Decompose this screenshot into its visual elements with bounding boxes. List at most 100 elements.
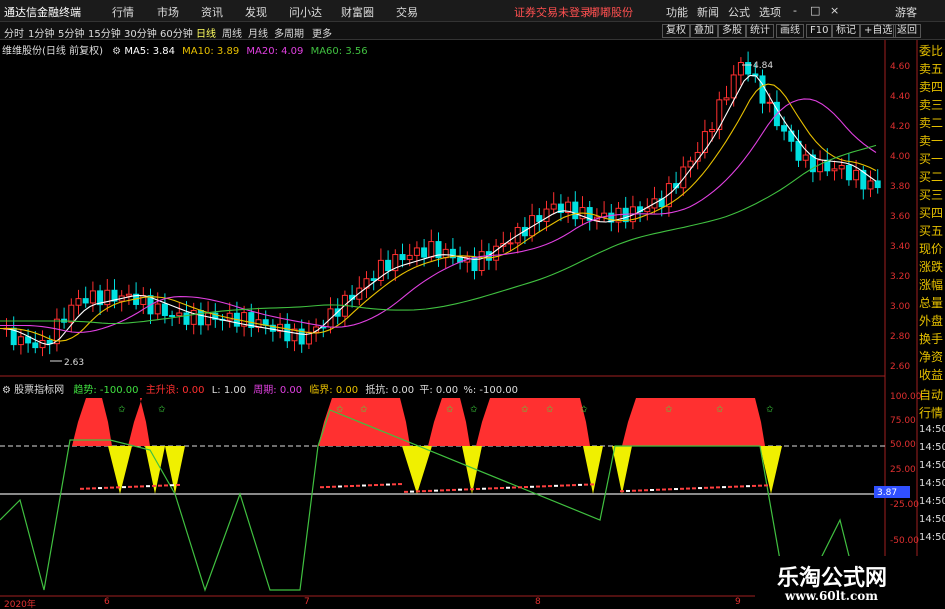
- ma60-label: MA60: 3.56: [310, 46, 368, 57]
- indicator-name[interactable]: 股票指标网: [14, 385, 64, 396]
- side-label: 卖三: [919, 98, 944, 112]
- price-tick: 4.00: [890, 152, 911, 162]
- star-icon: ✩: [446, 405, 454, 415]
- candle-body: [493, 245, 500, 261]
- candle-body: [82, 298, 89, 304]
- time-label: 14:50: [919, 478, 945, 489]
- price-tick: 3.40: [890, 242, 911, 252]
- critical-value: 临界: 0.00: [309, 385, 359, 396]
- stock-name[interactable]: 维维股份(日线 前复权): [2, 46, 103, 57]
- candle-body: [802, 154, 809, 161]
- critical-region: [165, 446, 185, 494]
- side-label: 卖一: [919, 134, 944, 148]
- time-label: 14:50: [919, 532, 945, 543]
- critical-region: [462, 446, 482, 494]
- auto-label[interactable]: 自动: [919, 386, 945, 403]
- date-label: 7: [304, 597, 310, 607]
- date-label: 2020年: [4, 600, 36, 609]
- candle-body: [442, 248, 449, 259]
- candle-body: [709, 128, 716, 133]
- gear-icon[interactable]: ⚙: [2, 385, 11, 396]
- candle-body: [169, 314, 176, 317]
- critical-region: [402, 446, 432, 494]
- candle-body: [737, 62, 744, 76]
- ma10-label: MA10: 3.89: [182, 46, 240, 57]
- date-label: 6: [104, 597, 110, 607]
- candle-body: [226, 312, 233, 321]
- rise-value: 主升浪: 0.00: [145, 385, 205, 396]
- candle-body: [17, 336, 24, 346]
- candle-body: [385, 259, 392, 272]
- flat-value: 平: 0.00: [419, 385, 459, 396]
- candle-body: [176, 312, 183, 317]
- side-label: 收益: [919, 368, 944, 382]
- side-label: 委比: [919, 44, 944, 58]
- price-tick: 3.80: [890, 182, 911, 192]
- star-icon: ✩: [521, 405, 529, 415]
- candle-body: [572, 201, 579, 220]
- star-icon: ✩: [546, 405, 554, 415]
- critical-region: [612, 446, 632, 494]
- rise-region: [476, 398, 590, 446]
- indicator-tick: -50.00: [890, 536, 920, 546]
- candle-body: [89, 290, 96, 304]
- candle-body: [478, 251, 485, 272]
- low-label: 2.63: [64, 358, 84, 368]
- candle-body: [543, 208, 550, 222]
- candle-body: [781, 125, 788, 132]
- pct-value: %: -100.00: [463, 385, 518, 396]
- candle-body: [795, 140, 802, 161]
- side-label: 外盘: [919, 314, 944, 328]
- date-label: 8: [535, 597, 541, 607]
- candle-body: [622, 207, 629, 223]
- candle-body: [125, 293, 132, 297]
- critical-region: [760, 446, 782, 494]
- price-tick: 3.20: [890, 272, 911, 282]
- ma-line: [0, 74, 877, 346]
- price-tick: 4.20: [890, 122, 911, 132]
- candle-body: [205, 312, 212, 326]
- candle-body: [550, 203, 557, 210]
- price-tick: 3.60: [890, 212, 911, 222]
- date-label: 9: [735, 597, 741, 607]
- candle-body: [183, 312, 190, 325]
- star-icon: ✩: [766, 405, 774, 415]
- candle-body: [370, 278, 377, 281]
- watermark-logo: 乐淘公式网 www.60lt.com: [755, 556, 945, 609]
- candle-body: [154, 303, 161, 315]
- side-label: 总量: [919, 296, 944, 310]
- star-icon: ✩: [580, 405, 588, 415]
- high-label: 4.84: [753, 61, 773, 71]
- watermark-title: 乐淘公式网: [777, 566, 888, 591]
- l-value: L: 1.00: [211, 385, 247, 396]
- side-label: 卖五: [919, 62, 944, 76]
- candlestick-series: [3, 51, 881, 357]
- indicator-tick: 50.00: [890, 440, 916, 450]
- side-label: 涨幅: [919, 278, 944, 292]
- candle-body: [75, 298, 82, 306]
- side-label: 买五: [919, 224, 944, 238]
- candle-body: [680, 166, 687, 189]
- ma-lines: [0, 74, 877, 346]
- quote-label[interactable]: 行情: [919, 404, 945, 421]
- price-tick: 2.60: [890, 362, 911, 372]
- star-icon: ✩: [158, 405, 166, 415]
- side-label: 现价: [919, 242, 944, 256]
- rise-region: [622, 398, 765, 446]
- candle-body: [399, 254, 406, 261]
- candle-body: [845, 165, 852, 181]
- time-label: 14:50: [919, 496, 945, 507]
- value-marker-text: 3.87: [877, 488, 897, 498]
- side-label: 换手: [919, 332, 944, 346]
- kline-chart[interactable]: ✩ ✩ ✩ ✩ ✩ ✩ ✩ ✩ ✩ ✩ ✩ ✩ 4.84 2.63 3.87: [0, 0, 945, 609]
- side-label: 涨跌: [919, 260, 944, 274]
- side-label: 净资: [919, 350, 944, 364]
- price-tick: 3.00: [890, 302, 911, 312]
- time-label: 14:50: [919, 424, 945, 435]
- candle-body: [817, 159, 824, 173]
- gear-icon[interactable]: ⚙: [112, 46, 121, 57]
- side-label: 买四: [919, 206, 944, 220]
- candle-body: [874, 180, 881, 189]
- candle-body: [413, 247, 420, 256]
- candle-body: [730, 74, 737, 99]
